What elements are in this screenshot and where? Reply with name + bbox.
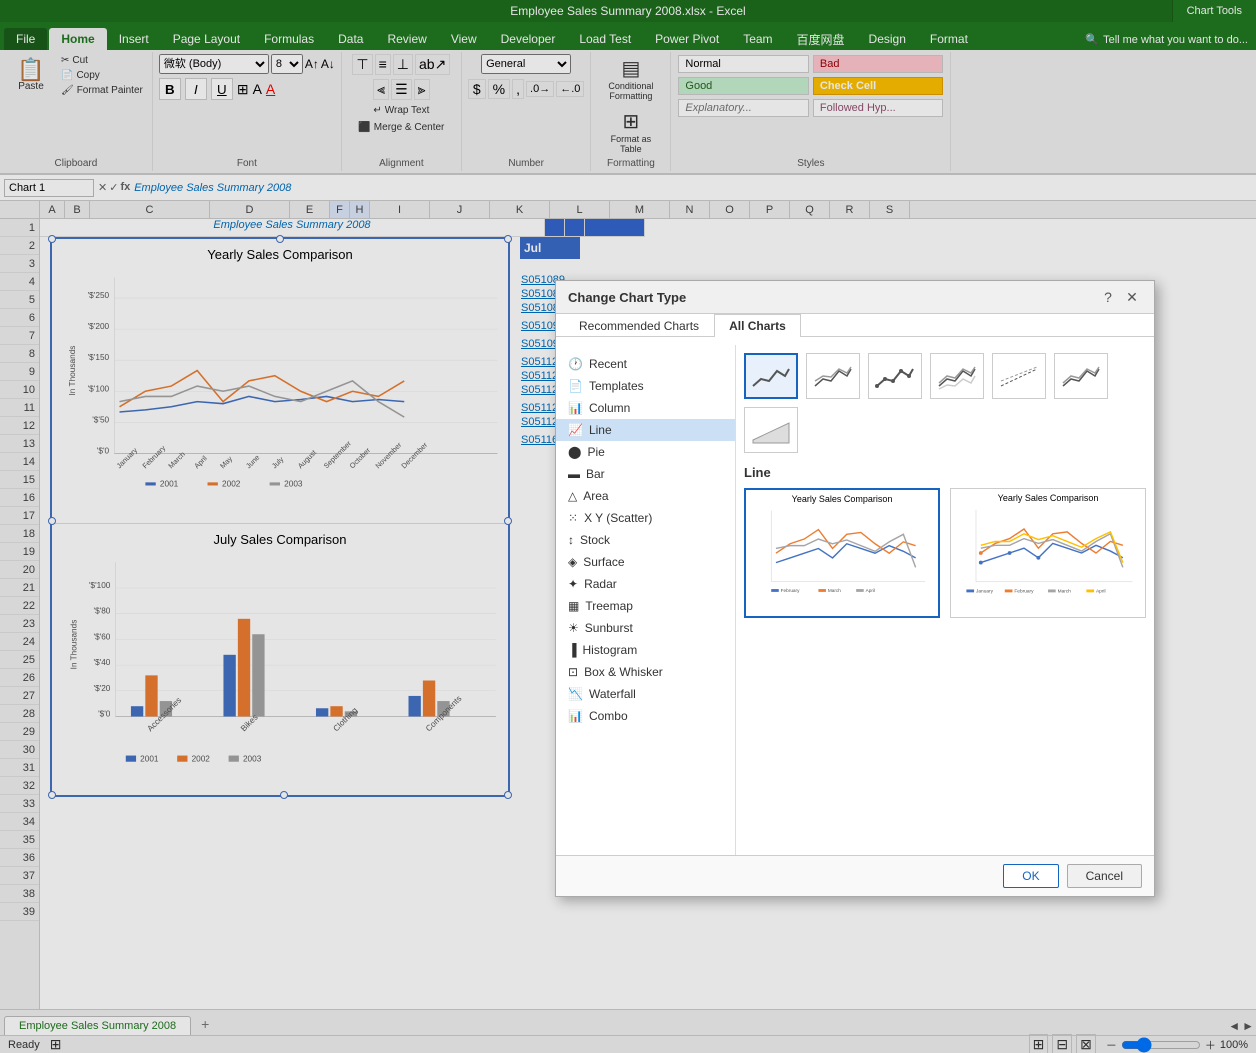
chart-type-bar[interactable]: ▬ Bar [556,463,735,485]
sunburst-label: Sunburst [585,621,633,635]
chart-type-pie[interactable]: ⬤ Pie [556,441,735,463]
chart-preview-1[interactable]: Yearly Sales Comparison February March [744,488,940,618]
svg-text:April: April [866,588,875,593]
recent-label: Recent [589,357,627,371]
tab-recommended-charts[interactable]: Recommended Charts [564,314,714,337]
bar-label: Bar [586,467,605,481]
chart-type-histogram[interactable]: ▐ Histogram [556,639,735,661]
recent-icon: 🕐 [568,357,583,371]
scatter-label: X Y (Scatter) [584,511,652,525]
area-icon: △ [568,489,577,503]
chart-type-surface[interactable]: ◈ Surface [556,551,735,573]
preview1-svg: February March April [750,506,934,600]
line-type-4[interactable] [930,353,984,399]
preview1-title: Yearly Sales Comparison [750,494,934,504]
stock-label: Stock [580,533,610,547]
chart-type-area[interactable]: △ Area [556,485,735,507]
cancel-button[interactable]: Cancel [1067,864,1142,888]
treemap-label: Treemap [585,599,633,613]
stock-icon: ↕ [568,533,574,547]
svg-text:March: March [828,588,841,593]
surface-icon: ◈ [568,555,577,569]
column-icon: 📊 [568,401,583,415]
dialog-left-panel: 🕐 Recent 📄 Templates 📊 Column 📈 Line ⬤ [556,345,736,855]
waterfall-label: Waterfall [589,687,636,701]
radar-icon: ✦ [568,577,578,591]
histogram-icon: ▐ [568,643,577,657]
chart-type-column[interactable]: 📊 Column [556,397,735,419]
change-chart-type-dialog: Change Chart Type ? ✕ Recommended Charts… [555,280,1155,897]
line-type-icons [744,353,1146,453]
line-type-2[interactable] [806,353,860,399]
ok-button[interactable]: OK [1003,864,1058,888]
chart-type-scatter[interactable]: ⁙ X Y (Scatter) [556,507,735,529]
line-type-5[interactable] [992,353,1046,399]
box-label: Box & Whisker [584,665,663,679]
dialog-help-button[interactable]: ? [1098,287,1118,307]
combo-label: Combo [589,709,628,723]
tab-all-charts[interactable]: All Charts [714,314,801,337]
dialog-footer: OK Cancel [556,855,1154,896]
dialog-tabs: Recommended Charts All Charts [556,314,1154,337]
chart-type-waterfall[interactable]: 📉 Waterfall [556,683,735,705]
dialog-title: Change Chart Type [568,290,686,305]
chart-preview-2[interactable]: Yearly Sales Comparison [950,488,1146,618]
svg-text:January: January [976,588,994,594]
line-type-6[interactable] [1054,353,1108,399]
chart-type-combo[interactable]: 📊 Combo [556,705,735,727]
combo-icon: 📊 [568,709,583,723]
pie-icon: ⬤ [568,445,581,459]
scatter-icon: ⁙ [568,511,578,525]
bar-icon: ▬ [568,467,580,481]
svg-text:February: February [1014,588,1034,594]
preview2-svg: January February March April [955,505,1141,601]
dialog-right-panel: Line Yearly Sales Comparison [736,345,1154,855]
column-label: Column [589,401,630,415]
line-type-1[interactable] [744,353,798,399]
sunburst-icon: ☀ [568,621,579,635]
chart-type-sunburst[interactable]: ☀ Sunburst [556,617,735,639]
box-icon: ⊡ [568,665,578,679]
templates-label: Templates [589,379,644,393]
line-icon: 📈 [568,423,583,437]
radar-label: Radar [584,577,617,591]
templates-icon: 📄 [568,379,583,393]
section-title: Line [744,465,1146,480]
chart-type-recent[interactable]: 🕐 Recent [556,353,735,375]
treemap-icon: ▦ [568,599,579,613]
chart-type-treemap[interactable]: ▦ Treemap [556,595,735,617]
svg-text:April: April [1096,588,1106,594]
chart-type-stock[interactable]: ↕ Stock [556,529,735,551]
dialog-close-buttons: ? ✕ [1098,287,1142,307]
waterfall-icon: 📉 [568,687,583,701]
histogram-label: Histogram [583,643,638,657]
svg-text:February: February [781,588,800,593]
chart-type-radar[interactable]: ✦ Radar [556,573,735,595]
line-type-7[interactable] [744,407,798,453]
line-type-3[interactable] [868,353,922,399]
surface-label: Surface [583,555,624,569]
line-label: Line [589,423,612,437]
dialog-body: 🕐 Recent 📄 Templates 📊 Column 📈 Line ⬤ [556,345,1154,855]
preview2-title: Yearly Sales Comparison [955,493,1141,503]
chart-type-templates[interactable]: 📄 Templates [556,375,735,397]
svg-text:March: March [1058,588,1072,594]
dialog-close-button[interactable]: ✕ [1122,287,1142,307]
chart-type-line[interactable]: 📈 Line [556,419,735,441]
chart-previews: Yearly Sales Comparison February March [744,488,1146,618]
pie-label: Pie [587,445,604,459]
chart-type-box[interactable]: ⊡ Box & Whisker [556,661,735,683]
dialog-title-bar: Change Chart Type ? ✕ [556,281,1154,314]
area-label: Area [583,489,608,503]
